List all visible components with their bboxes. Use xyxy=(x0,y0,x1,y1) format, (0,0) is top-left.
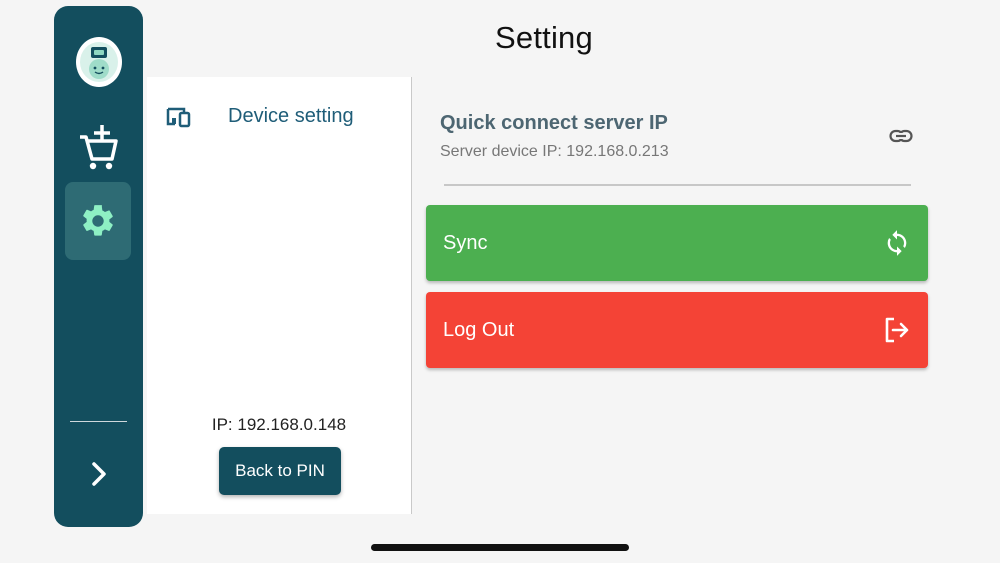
expand-rail-button[interactable] xyxy=(77,452,121,496)
link-icon[interactable] xyxy=(889,126,913,146)
nav-item-device-setting[interactable]: Device setting xyxy=(147,97,411,137)
logout-label: Log Out xyxy=(443,319,515,341)
logout-icon xyxy=(883,316,911,344)
sync-icon xyxy=(883,229,911,257)
devices-icon xyxy=(165,106,193,133)
page-title: Setting xyxy=(495,20,593,55)
device-ip-label: IP: 192.168.0.148 xyxy=(211,415,347,434)
chevron-right-icon xyxy=(92,462,106,486)
settings-nav-panel: Device setting IP: 192.168.0.148 Back to… xyxy=(147,77,411,514)
nav-label: Device setting xyxy=(228,105,354,127)
navigation-rail xyxy=(54,6,143,527)
cart-plus-icon xyxy=(80,125,118,170)
settings-button[interactable] xyxy=(65,182,131,260)
quick-connect-title: Quick connect server IP xyxy=(440,112,668,134)
sync-button[interactable]: Sync xyxy=(426,205,928,281)
sync-label: Sync xyxy=(443,232,488,254)
back-to-pin-button[interactable]: Back to PIN xyxy=(219,447,341,495)
logout-button[interactable]: Log Out xyxy=(426,292,928,368)
gear-icon xyxy=(83,205,113,236)
rail-divider xyxy=(70,421,127,422)
home-indicator[interactable] xyxy=(371,544,629,551)
server-ip-label: Server device IP: 192.168.0.213 xyxy=(440,143,669,160)
add-to-cart-button[interactable] xyxy=(65,107,131,185)
section-divider xyxy=(444,184,911,186)
panel-divider xyxy=(411,77,412,514)
